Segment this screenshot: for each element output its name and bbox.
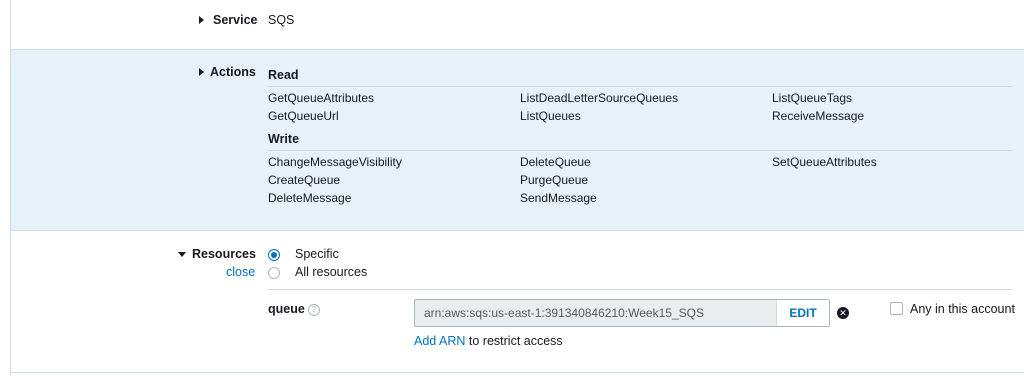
specific-radio-label[interactable]: Specific — [295, 247, 339, 261]
action-item[interactable]: SetQueueAttributes — [772, 155, 877, 169]
add-arn-rest: to restrict access — [465, 334, 563, 348]
edit-arn-button[interactable]: EDIT — [776, 300, 829, 326]
action-item[interactable]: ListQueues — [520, 109, 581, 123]
action-item[interactable]: DeleteQueue — [520, 155, 591, 169]
add-arn-link[interactable]: Add ARN — [414, 334, 465, 348]
collapse-resources-icon[interactable] — [178, 252, 186, 257]
x-circle-icon[interactable]: ✕ — [837, 307, 849, 319]
resources-label: Resources — [192, 247, 256, 261]
bottom-divider — [10, 372, 1024, 373]
action-item[interactable]: SendMessage — [520, 191, 597, 205]
any-account-checkbox[interactable] — [890, 302, 903, 315]
expand-service-icon[interactable] — [199, 16, 204, 24]
action-item[interactable]: DeleteMessage — [268, 191, 351, 205]
actions-label: Actions — [210, 65, 256, 79]
write-divider — [268, 150, 1012, 151]
add-arn-row: Add ARN to restrict access — [414, 334, 563, 348]
write-group-heading: Write — [268, 132, 300, 146]
close-resources-link[interactable]: close — [226, 265, 255, 279]
resources-divider — [268, 289, 1012, 290]
action-item[interactable]: CreateQueue — [268, 173, 340, 187]
service-label: Service — [213, 13, 258, 27]
question-circle-icon[interactable]: ? — [307, 303, 320, 316]
queue-label: queue? — [268, 302, 320, 316]
actions-section — [11, 49, 1024, 231]
service-value[interactable]: SQS — [268, 13, 294, 27]
any-account-label[interactable]: Any in this account — [910, 302, 1015, 316]
action-item[interactable]: ListDeadLetterSourceQueues — [520, 91, 678, 105]
arn-value: arn:aws:sqs:us-east-1:391340846210:Week1… — [424, 306, 704, 320]
expand-actions-icon[interactable] — [199, 68, 204, 76]
read-divider — [268, 86, 1012, 87]
action-item[interactable]: GetQueueUrl — [268, 109, 339, 123]
all-resources-radio[interactable] — [268, 267, 280, 279]
action-item[interactable]: ListQueueTags — [772, 91, 852, 105]
read-group-heading: Read — [268, 68, 299, 82]
action-item[interactable]: GetQueueAttributes — [268, 91, 374, 105]
specific-radio[interactable] — [268, 249, 280, 261]
arn-field[interactable]: arn:aws:sqs:us-east-1:391340846210:Week1… — [414, 299, 830, 327]
action-item[interactable]: ReceiveMessage — [772, 109, 864, 123]
action-item[interactable]: ChangeMessageVisibility — [268, 155, 402, 169]
action-item[interactable]: PurgeQueue — [520, 173, 588, 187]
all-resources-radio-label[interactable]: All resources — [295, 265, 367, 279]
queue-label-text: queue — [268, 302, 305, 316]
